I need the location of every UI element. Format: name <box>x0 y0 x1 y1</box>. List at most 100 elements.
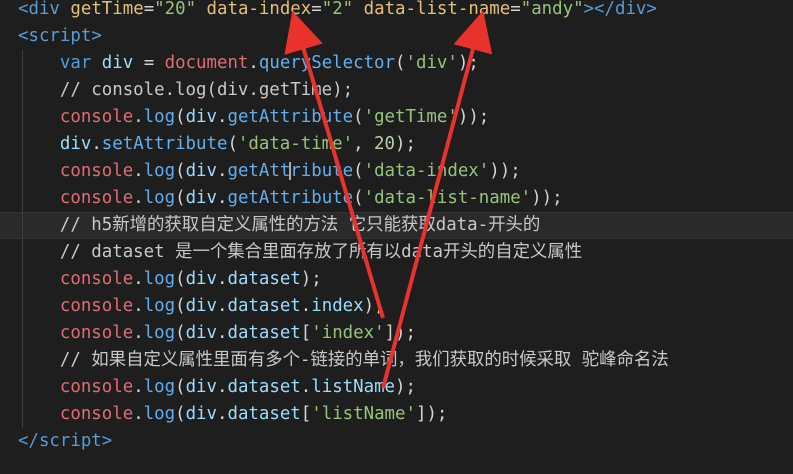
code-token: ( <box>353 188 364 208</box>
code-token: "andy" <box>520 0 584 19</box>
code-token: . <box>133 107 144 127</box>
code-token: ); <box>395 377 416 397</box>
code-line[interactable]: </script> <box>0 428 793 455</box>
code-line[interactable]: // console.log(div.getTime); <box>0 77 793 104</box>
code-token: ( <box>353 107 364 127</box>
code-token: 'data-list-name' <box>363 188 532 208</box>
code-line[interactable]: console.log(div.dataset['index']); <box>0 320 793 347</box>
code-line[interactable]: div.setAttribute('data-time', 20); <box>0 131 793 158</box>
code-token: div <box>185 323 217 343</box>
code-token: div <box>59 134 92 154</box>
code-line[interactable]: console.log(div.dataset); <box>0 266 793 293</box>
code-token: console <box>59 404 134 424</box>
code-token: log <box>143 323 176 343</box>
code-token: = <box>311 0 322 19</box>
code-token: ( <box>175 161 186 181</box>
code-token: 'getTime' <box>363 107 458 127</box>
code-token: 'data-time' <box>237 134 354 154</box>
code-token: > <box>101 431 113 451</box>
code-token: console <box>59 161 134 181</box>
code-token: console <box>59 296 134 316</box>
code-token: ( <box>175 107 186 127</box>
code-token: div <box>185 188 217 208</box>
code-token: console <box>59 269 134 289</box>
code-token: div <box>101 53 134 73</box>
code-token: setAttribute <box>101 134 228 154</box>
code-line[interactable]: console.log(div.dataset.listName); <box>0 374 793 401</box>
code-token: div <box>185 296 217 316</box>
code-token: . <box>133 404 144 424</box>
code-token: getAttribute <box>227 107 354 127</box>
code-token: . <box>248 53 259 73</box>
code-line[interactable]: console.log(div.getAttribute('data-list-… <box>0 185 793 212</box>
code-token: . <box>217 107 228 127</box>
code-token: div <box>185 404 217 424</box>
code-line[interactable]: var div = document.querySelector('div'); <box>0 50 793 77</box>
code-token: . <box>217 161 228 181</box>
code-token: ]); <box>384 323 416 343</box>
code-token: log <box>143 377 176 397</box>
code-line[interactable]: console.log(div.getAttribute('data-index… <box>0 158 793 185</box>
code-token: . <box>217 188 228 208</box>
code-token: log <box>143 269 176 289</box>
code-token: listName <box>311 377 396 397</box>
code-token: . <box>133 296 144 316</box>
code-token: dataset <box>227 296 301 316</box>
indent-guide <box>22 50 23 428</box>
code-token: console <box>59 107 134 127</box>
code-token: div <box>185 269 217 289</box>
code-line[interactable]: console.log(div.dataset['listName']); <box>0 401 793 428</box>
code-line[interactable]: // 如果自定义属性里面有多个-链接的单词，我们获取的时候采取 驼峰命名法 <box>0 347 793 374</box>
code-token: div <box>28 0 60 19</box>
code-token: index <box>311 296 364 316</box>
code-token: getTime <box>70 0 144 19</box>
code-token: data-list-name <box>363 0 511 19</box>
code-token: div <box>614 0 647 19</box>
code-token: > <box>646 0 657 19</box>
code-token: , <box>353 134 375 154</box>
code-line[interactable]: <script> <box>0 23 793 50</box>
code-line[interactable]: <div getTime="20" data-index="2" data-li… <box>0 0 793 23</box>
code-line[interactable]: console.log(div.dataset.index); <box>0 293 793 320</box>
code-token: div <box>185 377 217 397</box>
code-token: div <box>185 161 217 181</box>
code-token: > <box>91 26 102 46</box>
code-token: log <box>143 188 176 208</box>
code-line[interactable]: // h5新增的获取自定义属性的方法 它只能获取data-开头的 <box>0 212 793 239</box>
code-token: . <box>91 134 102 154</box>
code-token: data-index <box>206 0 312 19</box>
code-token: )); <box>531 188 563 208</box>
code-token: . <box>217 269 228 289</box>
code-token: querySelector <box>258 53 396 73</box>
code-token: . <box>133 377 144 397</box>
code-token: ></ <box>583 0 615 19</box>
code-token: ( <box>353 161 364 181</box>
code-token: . <box>217 377 228 397</box>
code-line[interactable]: // dataset 是一个集合里面存放了所有以data开头的自定义属性 <box>0 239 793 266</box>
code-token: ( <box>175 404 186 424</box>
code-token: < <box>18 0 29 19</box>
code-token: )); <box>489 161 521 181</box>
code-token: dataset <box>227 269 301 289</box>
code-token: < <box>18 26 29 46</box>
code-token: . <box>217 296 228 316</box>
code-editor[interactable]: <div getTime="20" data-index="2" data-li… <box>0 0 793 474</box>
code-token: dataset <box>227 377 301 397</box>
code-token: script <box>38 431 102 451</box>
code-token: . <box>217 323 228 343</box>
code-token: ( <box>175 296 186 316</box>
code-token: = <box>510 0 521 19</box>
code-line[interactable]: console.log(div.getAttribute('getTime'))… <box>0 104 793 131</box>
code-token: . <box>133 323 144 343</box>
